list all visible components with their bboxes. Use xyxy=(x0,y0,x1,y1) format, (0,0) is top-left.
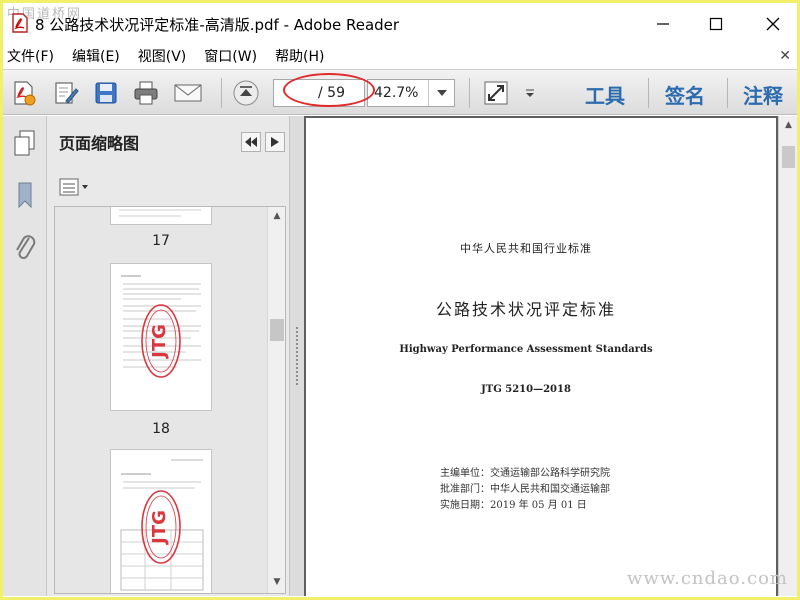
bookmark-icon xyxy=(18,182,32,209)
window-title: 8 公路技术状况评定标准-高清版.pdf - Adobe Reader xyxy=(35,16,400,34)
fit-page-button[interactable] xyxy=(481,79,511,107)
splitter-grip-icon xyxy=(295,326,299,386)
menu-view[interactable]: 视图(V) xyxy=(138,46,187,66)
close-button[interactable] xyxy=(753,9,793,39)
pdf-app-icon xyxy=(11,13,29,33)
scrollbar-thumb[interactable] xyxy=(270,319,284,341)
doc-title-cn: 公路技术状况评定标准 xyxy=(435,300,616,319)
document-close-icon[interactable]: ✕ xyxy=(779,48,791,64)
toolbar-separator xyxy=(469,78,470,108)
previous-page-icon xyxy=(233,80,259,106)
create-pdf-icon xyxy=(14,81,36,106)
menu-bar: 文件(F) 编辑(E) 视图(V) 窗口(W) 帮助(H) ✕ xyxy=(3,43,797,69)
comment-pane-button[interactable]: 注释 xyxy=(743,80,783,109)
title-bar: 中国道桥网 8 公路技术状况评定标准-高清版.pdf - Adobe Reade… xyxy=(3,3,797,43)
more-tools-dropdown[interactable] xyxy=(521,79,539,107)
doc-meta-date: 实施日期：2019 年 05 月 01 日 xyxy=(440,500,587,511)
page-thumbnails-icon xyxy=(14,130,35,156)
page-preview xyxy=(119,209,201,217)
scroll-down-icon[interactable]: ▼ xyxy=(268,573,285,591)
thumbnail-options-button[interactable] xyxy=(59,178,91,196)
doc-standard-type: 中华人民共和国行业标准 xyxy=(460,242,592,255)
attachments-button[interactable] xyxy=(10,230,40,264)
close-icon xyxy=(766,17,780,31)
jtg-stamp-logo: JTG xyxy=(141,304,181,378)
toolbar-separator xyxy=(221,78,222,108)
menu-help[interactable]: 帮助(H) xyxy=(275,46,324,66)
maximize-button[interactable] xyxy=(696,9,736,39)
page-thumbnails-pane: 页面缩略图 17 18 JTG JTG ▲ ▼ xyxy=(47,116,290,596)
options-menu-icon xyxy=(59,178,88,196)
svg-text:JTG: JTG xyxy=(149,324,170,360)
paperclip-icon xyxy=(16,235,36,259)
doc-meta: 主编单位：交通运输部公路科学研究院 批准部门：中华人民共和国交通运输部 实施日期… xyxy=(440,466,610,514)
scroll-up-icon[interactable]: ▲ xyxy=(779,116,798,134)
sign-pane-button[interactable]: 签名 xyxy=(665,80,705,109)
page-thumbnails-button[interactable] xyxy=(10,126,40,160)
edit-pdf-button[interactable] xyxy=(51,79,81,107)
tools-pane-button[interactable]: 工具 xyxy=(585,80,625,109)
create-pdf-button[interactable] xyxy=(9,79,39,107)
pane-splitter[interactable] xyxy=(290,116,304,596)
thumbnail-scrollbar[interactable]: ▲ ▼ xyxy=(267,207,285,593)
save-icon xyxy=(95,82,117,104)
email-button[interactable] xyxy=(173,79,203,107)
previous-page-button[interactable] xyxy=(231,79,261,107)
email-icon xyxy=(174,84,202,102)
doc-meta-editor: 主编单位：交通运输部公路科学研究院 xyxy=(440,468,610,479)
menu-edit[interactable]: 编辑(E) xyxy=(72,46,120,66)
print-icon xyxy=(134,81,158,105)
minimize-button[interactable] xyxy=(643,9,683,39)
page-thumbnail[interactable] xyxy=(110,207,212,225)
chevron-down-icon xyxy=(526,89,534,97)
bookmarks-button[interactable] xyxy=(10,178,40,212)
thumbnail-list[interactable]: 17 18 JTG JTG ▲ ▼ xyxy=(54,206,286,594)
toolbar: / 59 42.7% 工具 签名 注释 xyxy=(3,69,797,115)
jtg-stamp-logo: JTG xyxy=(141,490,181,564)
doc-title-en: Highway Performance Assessment Standards xyxy=(399,344,653,355)
menu-file[interactable]: 文件(F) xyxy=(7,46,54,66)
zoom-select[interactable]: 42.7% xyxy=(367,79,455,107)
zoom-value: 42.7% xyxy=(374,85,419,101)
toolbar-separator xyxy=(648,78,649,108)
watermark-bottom: www.cndao.com xyxy=(627,568,788,589)
expand-icon xyxy=(484,81,508,105)
doc-code: JTG 5210—2018 xyxy=(481,384,571,395)
document-scrollbar[interactable]: ▲ xyxy=(778,116,797,596)
svg-text:JTG: JTG xyxy=(149,510,170,546)
print-button[interactable] xyxy=(131,79,161,107)
chevron-down-icon[interactable] xyxy=(428,80,454,106)
menu-window[interactable]: 窗口(W) xyxy=(204,46,257,66)
scrollbar-thumb[interactable] xyxy=(782,146,795,168)
thumbnail-page-number: 18 xyxy=(152,421,170,437)
edit-document-icon xyxy=(55,82,79,104)
red-highlight-annotation xyxy=(283,73,375,107)
scroll-up-icon[interactable]: ▲ xyxy=(268,207,285,225)
maximize-icon xyxy=(709,17,723,31)
double-chevron-left-icon xyxy=(245,137,257,147)
document-page: 中华人民共和国行业标准 公路技术状况评定标准 Highway Performan… xyxy=(306,118,776,596)
save-button[interactable] xyxy=(91,79,121,107)
expand-pane-button[interactable] xyxy=(265,132,285,152)
pane-title: 页面缩略图 xyxy=(59,134,140,153)
toolbar-separator xyxy=(727,78,728,108)
doc-meta-approver: 批准部门：中华人民共和国交通运输部 xyxy=(440,484,610,495)
thumbnail-page-number: 17 xyxy=(152,233,170,249)
document-view[interactable]: 中华人民共和国行业标准 公路技术状况评定标准 Highway Performan… xyxy=(304,116,797,596)
minimize-icon xyxy=(657,23,669,25)
collapse-pane-button[interactable] xyxy=(241,132,261,152)
navigation-panel xyxy=(3,116,47,596)
chevron-right-icon xyxy=(271,137,279,147)
